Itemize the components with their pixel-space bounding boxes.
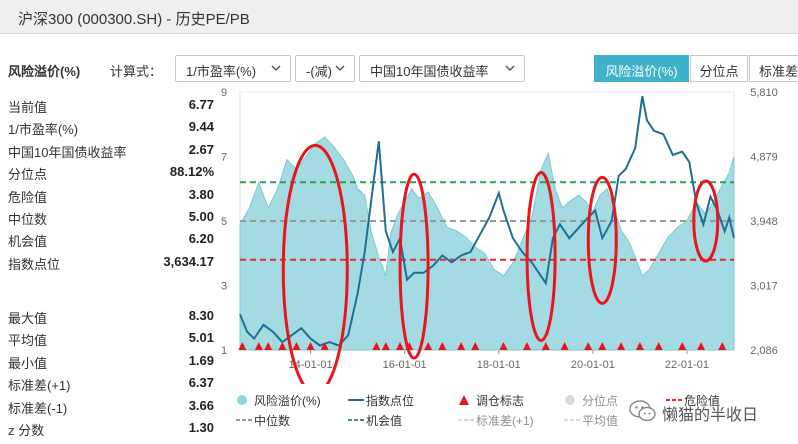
stat-label: 危险值 xyxy=(8,189,48,205)
watermark: 懒猫的半收日 xyxy=(628,398,796,424)
legend-label: 调仓标志 xyxy=(476,394,525,408)
stat-earnings-yield: 1/市盈率(%) 9.44 xyxy=(8,116,214,138)
dashed-line-icon xyxy=(458,419,474,421)
wechat-icon xyxy=(629,400,656,422)
y-left-tick-label: 3 xyxy=(221,281,227,293)
tab-std-dev[interactable]: 标准差 xyxy=(749,55,798,82)
bond-yield-select-value: 中国10年国债收益率 xyxy=(370,64,489,79)
chevron-down-icon xyxy=(334,61,346,75)
legend-label: 平均值 xyxy=(582,414,619,428)
x-tick-label: 20-01-01 xyxy=(571,359,615,371)
legend-label: 中位数 xyxy=(254,414,291,428)
stat-value: 6.20 xyxy=(188,231,214,247)
stat-value: 3,634.17 xyxy=(163,253,214,269)
legend-label: 分位点 xyxy=(582,394,619,408)
stat-z-score: z 分数 1.30 xyxy=(8,417,214,439)
legend-label: 风险溢价(%) xyxy=(254,394,321,408)
y-left-tick-label: 9 xyxy=(221,87,227,99)
tab-risk-premium[interactable]: 风险溢价(%) xyxy=(594,55,689,82)
stat-value: 1.69 xyxy=(188,352,214,368)
x-tick-label: 18-01-01 xyxy=(477,359,521,371)
stat-value: 6.37 xyxy=(188,375,214,391)
dashed-line-icon xyxy=(564,419,580,421)
y-left-tick-label: 5 xyxy=(221,216,227,228)
stat-opportunity: 机会值 6.20 xyxy=(8,228,214,250)
line-swatch-icon xyxy=(348,399,364,401)
x-tick-label: 16-01-01 xyxy=(383,359,427,371)
pe-select[interactable]: 1/市盈率(%) xyxy=(175,55,291,82)
x-tick-label: 22-01-01 xyxy=(665,359,709,371)
stat-label: 平均值 xyxy=(8,333,48,349)
stat-value: 88.12% xyxy=(169,164,214,180)
stat-current: 当前值 6.77 xyxy=(8,94,214,116)
triangle-marker-icon xyxy=(459,395,469,405)
stat-index-level: 指数点位 3,634.17 xyxy=(8,251,214,273)
stat-value: 3.80 xyxy=(188,186,214,202)
chevron-down-icon xyxy=(504,61,516,75)
y-right-tick-label: 2,086 xyxy=(750,345,778,357)
circle-marker-icon xyxy=(565,395,575,405)
section-label: 风险溢价(%) xyxy=(8,64,81,79)
stat-mean: 平均值 5.01 xyxy=(8,327,214,349)
chevron-down-icon xyxy=(270,61,282,75)
pe-select-value: 1/市盈率(%) xyxy=(186,64,257,79)
stat-percentile: 分位点 88.12% xyxy=(8,161,214,183)
stat-std-minus: 标准差(-1) 3.66 xyxy=(8,395,214,417)
stat-label: 中国10年国债收益率 xyxy=(8,144,127,160)
stat-label: 分位点 xyxy=(8,167,48,183)
stat-value: 8.30 xyxy=(188,308,214,323)
window-title: 沪深300 (000300.SH) - 历史PE/PB xyxy=(18,11,250,28)
y-right-tick-label: 4,879 xyxy=(750,152,778,164)
title-bar: 沪深300 (000300.SH) - 历史PE/PB xyxy=(0,0,798,34)
stat-value: 2.67 xyxy=(188,141,214,157)
dashed-line-icon xyxy=(236,419,252,421)
stat-label: 机会值 xyxy=(8,234,48,250)
stat-value: 5.00 xyxy=(188,208,214,224)
stat-value: 9.44 xyxy=(188,119,214,135)
dashed-line-icon xyxy=(348,419,364,421)
stat-bond-yield: 中国10年国债收益率 2.67 xyxy=(8,139,214,161)
watermark-text: 懒猫的半收日 xyxy=(662,407,759,424)
stat-label: 标准差(-1) xyxy=(8,400,68,416)
operator-select[interactable]: -(减) xyxy=(295,55,355,82)
y-right-tick-label: 3,017 xyxy=(750,281,778,293)
tab-percentile[interactable]: 分位点 xyxy=(690,55,748,82)
stats-panel-bottom: 最大值 8.30 平均值 5.01 最小值 1.69 标准差(+1) 6.37 标准差(… xyxy=(8,305,214,439)
stat-max: 最大值 8.30 xyxy=(8,305,214,327)
stat-label: 最小值 xyxy=(8,355,48,371)
stat-label: 1/市盈率(%) xyxy=(8,122,79,138)
stats-panel-top: 当前值 6.77 1/市盈率(%) 9.44 中国10年国债收益率 2.67 分位点 8… xyxy=(8,94,214,273)
y-left-tick-label: 1 xyxy=(221,345,227,357)
legend-label: 标准差(+1) xyxy=(476,414,534,428)
stat-value: 6.77 xyxy=(188,97,214,112)
formula-label: 计算式： xyxy=(110,64,163,79)
stat-median: 中位数 5.00 xyxy=(8,206,214,228)
stat-label: z 分数 xyxy=(8,422,45,438)
stat-min: 最小值 1.69 xyxy=(8,350,214,372)
stat-label: 当前值 xyxy=(8,100,48,115)
stat-label: 最大值 xyxy=(8,311,48,326)
stat-label: 标准差(+1) xyxy=(8,378,71,394)
legend-label: 机会值 xyxy=(366,414,403,428)
y-right-tick-label: 5,810 xyxy=(750,87,778,99)
stat-value: 3.66 xyxy=(188,397,214,413)
stat-label: 中位数 xyxy=(8,211,48,227)
stat-value: 5.01 xyxy=(188,330,214,346)
risk-premium-chart[interactable]: 135792,0863,0173,9484,8795,81014-01-01 16… xyxy=(214,84,798,384)
stat-std-plus: 标准差(+1) 6.37 xyxy=(8,372,214,394)
stat-label: 指数点位 xyxy=(8,256,61,272)
controls-bar: 风险溢价(%) 计算式： 1/市盈率(%) -(减) 中国10年国债收益率 风险… xyxy=(0,52,798,84)
y-right-tick-label: 3,948 xyxy=(750,216,778,228)
stat-value: 1.30 xyxy=(188,419,214,435)
stat-danger: 危险值 3.80 xyxy=(8,184,214,206)
bond-yield-select[interactable]: 中国10年国债收益率 xyxy=(359,55,525,82)
area-swatch-icon xyxy=(237,395,247,405)
y-left-tick-label: 7 xyxy=(221,152,227,164)
operator-select-value: -(减) xyxy=(306,64,332,79)
legend-label: 指数点位 xyxy=(366,394,415,408)
